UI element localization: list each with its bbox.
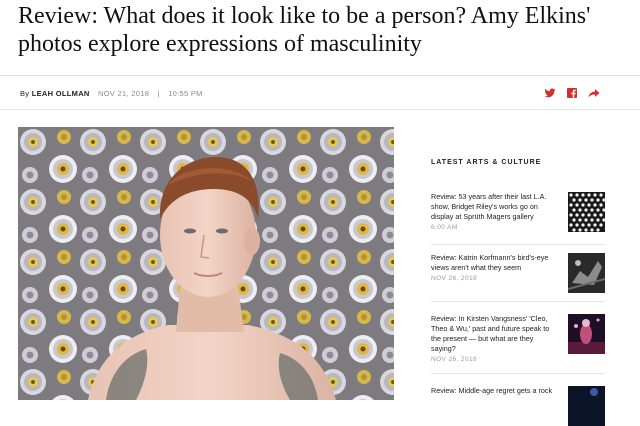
story-title[interactable]: Review: Katrin Korfmann's bird's-eye vie…: [431, 253, 557, 273]
divider: [0, 75, 640, 76]
story-title[interactable]: Review: 53 years after their last L.A. s…: [431, 192, 557, 222]
byline-prefix: By: [20, 89, 30, 98]
hero-image[interactable]: [18, 127, 394, 400]
share-more-button[interactable]: [588, 87, 602, 101]
aerial-photo-thumbnail: [568, 253, 605, 293]
byline: By LEAH OLLMAN NOV 21, 2018 | 10:55 PM: [20, 89, 203, 98]
story-time: NOV 26, 2018: [431, 356, 477, 363]
facebook-icon: [567, 88, 577, 98]
story-thumbnail[interactable]: [568, 253, 605, 293]
divider: [0, 109, 640, 110]
story-title[interactable]: Review: Middle-age regret gets a rock: [431, 386, 557, 396]
op-art-thumbnail: [568, 192, 605, 232]
sidebar-story[interactable]: Review: Middle-age regret gets a rock: [431, 386, 607, 426]
byline-separator: |: [157, 89, 160, 98]
publish-date: NOV 21, 2018: [98, 89, 150, 98]
story-thumbnail[interactable]: [568, 386, 605, 426]
divider: [431, 373, 605, 374]
twitter-share-button[interactable]: [544, 87, 558, 101]
divider: [431, 244, 605, 245]
portrait-photo: [18, 127, 394, 400]
facebook-share-button[interactable]: [566, 87, 580, 101]
stage-photo-thumbnail: [568, 386, 605, 426]
publish-time: 10:55 PM: [168, 89, 203, 98]
sidebar-heading: LATEST ARTS & CULTURE: [431, 159, 542, 166]
story-thumbnail[interactable]: [568, 314, 605, 354]
sidebar-story[interactable]: Review: In Kirsten Vangsness' 'Cleo, The…: [431, 314, 607, 363]
share-arrow-icon: [588, 89, 600, 98]
sidebar-story[interactable]: Review: Katrin Korfmann's bird's-eye vie…: [431, 253, 607, 293]
story-thumbnail[interactable]: [568, 192, 605, 232]
twitter-icon: [544, 88, 556, 98]
article-headline: Review: What does it look like to be a p…: [18, 3, 591, 57]
sidebar-story[interactable]: Review: 53 years after their last L.A. s…: [431, 192, 607, 232]
author-link[interactable]: LEAH OLLMAN: [32, 89, 90, 98]
story-title[interactable]: Review: In Kirsten Vangsness' 'Cleo, The…: [431, 314, 557, 354]
theater-photo-thumbnail: [568, 314, 605, 354]
divider: [431, 301, 605, 302]
